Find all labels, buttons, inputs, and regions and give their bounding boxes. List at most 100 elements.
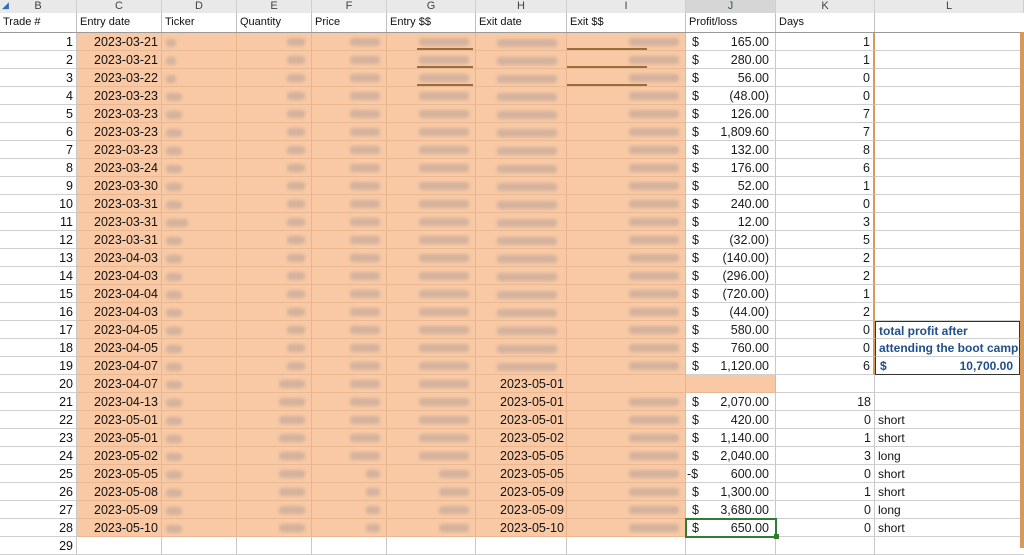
days-cell[interactable] [776, 375, 875, 393]
ticker-cell[interactable] [162, 87, 237, 105]
entry-date-cell[interactable] [77, 537, 162, 555]
exit-date-cell[interactable]: 2023-05-09 [476, 501, 567, 519]
quantity-cell[interactable] [237, 339, 312, 357]
entry-date-cell[interactable]: 2023-05-05 [77, 465, 162, 483]
exit-date-cell[interactable] [476, 267, 567, 285]
trade-number-cell[interactable]: 18 [0, 339, 77, 357]
trade-number-cell[interactable]: 28 [0, 519, 77, 537]
profit-loss-cell[interactable]: $ (48.00) [686, 87, 776, 105]
entry-date-cell[interactable]: 2023-05-01 [77, 429, 162, 447]
price-cell[interactable] [312, 267, 387, 285]
trade-number-cell[interactable]: 14 [0, 267, 77, 285]
ticker-cell[interactable] [162, 483, 237, 501]
exit-date-cell[interactable] [476, 231, 567, 249]
days-cell[interactable]: 0 [776, 501, 875, 519]
entry-date-cell[interactable]: 2023-03-22 [77, 69, 162, 87]
trade-number-cell[interactable]: 8 [0, 159, 77, 177]
quantity-cell[interactable] [237, 285, 312, 303]
days-cell[interactable]: 0 [776, 69, 875, 87]
quantity-cell[interactable] [237, 87, 312, 105]
entry-date-cell[interactable]: 2023-03-31 [77, 213, 162, 231]
notes-cell[interactable] [875, 123, 1024, 141]
price-cell[interactable] [312, 411, 387, 429]
ticker-cell[interactable] [162, 537, 237, 555]
entry-date-cell[interactable]: 2023-04-03 [77, 303, 162, 321]
entry-date-cell[interactable]: 2023-03-24 [77, 159, 162, 177]
price-cell[interactable] [312, 321, 387, 339]
exit-value-cell[interactable] [567, 357, 686, 375]
entry-value-cell[interactable] [387, 213, 476, 231]
trade-number-cell[interactable]: 2 [0, 51, 77, 69]
profit-loss-cell[interactable] [686, 537, 776, 555]
ticker-cell[interactable] [162, 519, 237, 537]
notes-cell[interactable] [875, 231, 1024, 249]
entry-value-cell[interactable] [387, 105, 476, 123]
summary-total-cell[interactable]: $10,700.00 [875, 357, 1020, 375]
trade-number-cell[interactable]: 23 [0, 429, 77, 447]
summary-label-line2[interactable]: attending the boot camp [875, 339, 1020, 357]
notes-cell[interactable] [875, 177, 1024, 195]
trade-number-cell[interactable]: 13 [0, 249, 77, 267]
ticker-cell[interactable] [162, 447, 237, 465]
entry-date-cell[interactable]: 2023-04-03 [77, 249, 162, 267]
header-price[interactable]: Price [312, 13, 387, 32]
trade-number-cell[interactable]: 20 [0, 375, 77, 393]
exit-value-cell[interactable] [567, 285, 686, 303]
price-cell[interactable] [312, 159, 387, 177]
quantity-cell[interactable] [237, 141, 312, 159]
column-letter-g[interactable]: G [387, 0, 476, 13]
entry-value-cell[interactable] [387, 501, 476, 519]
exit-value-cell[interactable] [567, 501, 686, 519]
days-cell[interactable] [776, 537, 875, 555]
entry-value-cell[interactable] [387, 87, 476, 105]
entry-date-cell[interactable]: 2023-03-30 [77, 177, 162, 195]
entry-date-cell[interactable]: 2023-03-23 [77, 105, 162, 123]
profit-loss-cell[interactable]: $56.00 [686, 69, 776, 87]
column-letter-i[interactable]: I [567, 0, 686, 13]
trade-number-cell[interactable]: 7 [0, 141, 77, 159]
days-cell[interactable]: 6 [776, 357, 875, 375]
days-cell[interactable]: 2 [776, 267, 875, 285]
profit-loss-cell[interactable]: $126.00 [686, 105, 776, 123]
entry-date-cell[interactable]: 2023-04-03 [77, 267, 162, 285]
quantity-cell[interactable] [237, 321, 312, 339]
exit-date-cell[interactable]: 2023-05-09 [476, 483, 567, 501]
trade-number-cell[interactable]: 25 [0, 465, 77, 483]
exit-date-cell[interactable] [476, 87, 567, 105]
days-cell[interactable]: 1 [776, 483, 875, 501]
profit-loss-cell[interactable]: $176.00 [686, 159, 776, 177]
quantity-cell[interactable] [237, 375, 312, 393]
days-cell[interactable]: 0 [776, 339, 875, 357]
trade-number-cell[interactable]: 6 [0, 123, 77, 141]
entry-date-cell[interactable]: 2023-05-08 [77, 483, 162, 501]
entry-date-cell[interactable]: 2023-03-21 [77, 33, 162, 51]
notes-cell[interactable] [875, 87, 1024, 105]
ticker-cell[interactable] [162, 213, 237, 231]
trade-number-cell[interactable]: 1 [0, 33, 77, 51]
entry-value-cell[interactable] [387, 141, 476, 159]
price-cell[interactable] [312, 447, 387, 465]
fill-handle[interactable] [774, 534, 779, 539]
trade-number-cell[interactable]: 15 [0, 285, 77, 303]
trade-number-cell[interactable]: 3 [0, 69, 77, 87]
entry-value-cell[interactable] [387, 267, 476, 285]
exit-value-cell[interactable] [567, 213, 686, 231]
days-cell[interactable]: 1 [776, 285, 875, 303]
column-letter-c[interactable]: C [77, 0, 162, 13]
exit-date-cell[interactable] [476, 249, 567, 267]
exit-value-cell[interactable] [567, 411, 686, 429]
days-cell[interactable]: 8 [776, 141, 875, 159]
entry-value-cell[interactable] [387, 195, 476, 213]
exit-value-cell[interactable] [567, 519, 686, 537]
price-cell[interactable] [312, 537, 387, 555]
header-exit-value[interactable]: Exit $$ [567, 13, 686, 32]
exit-value-cell[interactable] [567, 87, 686, 105]
exit-value-cell[interactable] [567, 231, 686, 249]
exit-date-cell[interactable] [476, 195, 567, 213]
price-cell[interactable] [312, 285, 387, 303]
exit-date-cell[interactable] [476, 285, 567, 303]
entry-value-cell[interactable] [387, 51, 476, 69]
profit-loss-cell[interactable]: $3,680.00 [686, 501, 776, 519]
price-cell[interactable] [312, 375, 387, 393]
exit-value-cell[interactable] [567, 249, 686, 267]
